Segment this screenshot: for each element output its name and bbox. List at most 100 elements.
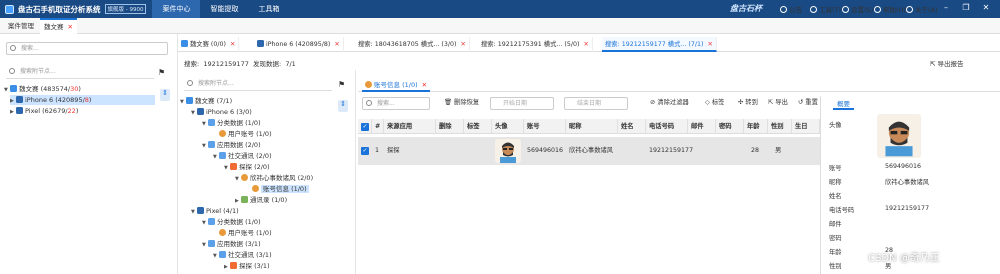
grid-search-input[interactable]: 搜索... [362, 97, 430, 110]
restore-icon[interactable]: ❐ [962, 4, 970, 12]
export-report-button[interactable]: ⇱ 导出报告 [930, 58, 964, 68]
close-tab-icon[interactable]: ✕ [460, 41, 465, 48]
tab-iphone6[interactable]: iPhone 6 (420895/8) ✕ [254, 37, 344, 52]
menu-toolbox[interactable]: 工具箱 [248, 0, 289, 18]
tab-weiwensai[interactable]: 魏文赛 (0/0) ✕ [178, 37, 240, 52]
col-phone[interactable]: 电话号码 [646, 119, 688, 134]
tree-device-pixel[interactable]: ▶ Pixel (62679/22) [10, 106, 78, 116]
transfer-button[interactable]: ✣ 转到 [738, 97, 758, 109]
col-birthday[interactable]: 生日 [792, 119, 820, 134]
col-account[interactable]: 账号 [524, 119, 566, 134]
tag-button[interactable]: ◇ 标签 [705, 97, 724, 109]
tree-root-case[interactable]: ▼ 魏文赛 (483574/30) [4, 84, 81, 94]
collapse-tree-icon[interactable]: ⇕ [160, 89, 170, 101]
tree-node[interactable]: ▼ Pixel (4/1) [191, 206, 239, 216]
col-password[interactable]: 密码 [716, 119, 744, 134]
reset-button[interactable]: ↺ 重置 [798, 97, 820, 109]
col-deleted[interactable]: 删除 [436, 119, 464, 134]
tree-node[interactable]: ▶ 探探 (3/1) [224, 261, 270, 271]
help-menu[interactable]: 帮助(H) [874, 0, 906, 18]
detail-field-label: 账号 [829, 165, 842, 172]
export-button[interactable]: ⇱ 导出 [768, 97, 788, 109]
tools-menu[interactable]: 工具(T) [810, 0, 841, 18]
info-icon [906, 5, 913, 13]
tree-node[interactable]: 用户账号 (1/0) [213, 228, 272, 238]
menu-case-center[interactable]: 案件中心 [152, 0, 201, 18]
tree-device-iphone[interactable]: ▶ iPhone 6 (420895/8) [10, 95, 155, 105]
col-gender[interactable]: 性别 [768, 119, 792, 134]
delete-restore-button[interactable]: 🗑 删除恢复 [444, 97, 479, 109]
col-nickname[interactable]: 昵称 [566, 119, 618, 134]
tree-node[interactable]: ▼ 应用数据 (3/1) [202, 239, 261, 249]
table-row[interactable]: ✓ 1 探探 569496016 欣祎心事数诸风 19212159177 28 … [358, 137, 820, 165]
about-menu[interactable]: 关于(A) [906, 0, 938, 18]
tab-account-info[interactable]: 账号信息 (1/0) ✕ [362, 78, 431, 92]
tree-node[interactable]: ▼ 应用数据 (2/0) [202, 140, 261, 150]
clear-filter-button[interactable]: ⊘ 清除过滤器 [650, 97, 689, 109]
col-source[interactable]: 来源应用 [384, 119, 436, 134]
tab-case-management[interactable]: 案件管理 [4, 18, 38, 34]
col-tag[interactable]: 标签 [464, 119, 492, 134]
col-name[interactable]: 姓名 [618, 119, 646, 134]
col-age[interactable]: 年龄 [744, 119, 768, 134]
tree-node[interactable]: ▼ 分类数据 (1/0) [202, 118, 261, 128]
phone-icon [16, 107, 23, 114]
filter-icon[interactable]: ⚑ [158, 68, 165, 77]
end-date-input[interactable]: 结束日期 [564, 97, 628, 110]
close-tab-icon[interactable]: ✕ [230, 41, 235, 48]
minimize-icon[interactable]: – [942, 4, 950, 12]
menu-smart-extract[interactable]: 智能提取 [200, 0, 248, 18]
search-icon [366, 100, 372, 106]
close-tab-icon[interactable]: ✕ [707, 41, 712, 48]
detail-field-label: 密码 [829, 235, 842, 242]
tab-search-19212159177[interactable]: 搜索: 19212159177 横式... (7/1) ✕ [602, 37, 717, 52]
settings-menu[interactable]: 设置(S) [842, 0, 873, 18]
select-all-checkbox[interactable]: ✓ [358, 119, 372, 134]
tantan-app-icon [230, 163, 237, 170]
apps-icon [208, 141, 215, 148]
row-nickname: 欣祎心事数诸风 [569, 147, 614, 154]
tree-node[interactable]: ▶ 通讯录 (1/0) [235, 195, 287, 205]
close-icon[interactable]: ✕ [982, 4, 990, 12]
start-date-input[interactable]: 开始日期 [490, 97, 554, 110]
tree-node-selected[interactable]: 账号信息 (1/0) [246, 184, 309, 194]
row-avatar [495, 139, 521, 163]
tree-node[interactable]: ▼ iPhone 6 (3/0) [191, 107, 252, 117]
col-email[interactable]: 邮件 [688, 119, 716, 134]
tree-node[interactable]: ▼ 社交通讯 (2/0) [213, 151, 272, 161]
tree-node[interactable]: ▼ 分类数据 (1/0) [202, 217, 261, 227]
filter-icon[interactable]: ⚑ [338, 80, 345, 89]
close-tab-icon[interactable]: ✕ [68, 23, 73, 31]
tree-node[interactable]: ▼ 社交通讯 (3/1) [213, 250, 272, 260]
notice-button[interactable]: 公告 [780, 0, 802, 18]
collapse-tree-icon[interactable]: ⇕ [338, 100, 348, 112]
search-icon [10, 45, 16, 51]
tab-case-weiwensai[interactable]: 魏文赛 ✕ [40, 18, 77, 34]
detail-field-value: 19212159177 [885, 205, 930, 212]
row-index: 1 [375, 147, 380, 154]
case-filter-input[interactable]: 搜索附节点... [6, 66, 154, 79]
col-index[interactable]: # [372, 119, 384, 134]
row-age: 28 [751, 147, 760, 154]
close-tab-icon[interactable]: ✕ [334, 41, 339, 48]
tab-summary[interactable]: 概要 [833, 98, 854, 110]
tree-node[interactable]: 用户账号 (1/0) [213, 129, 272, 139]
tantan-app-icon [230, 262, 237, 269]
row-phone: 19212159177 [649, 147, 694, 154]
chat-icon [219, 152, 226, 159]
col-avatar[interactable]: 头像 [492, 119, 524, 134]
tab-search-19212175391[interactable]: 搜索: 19212175391 横式... (5/0) ✕ [478, 37, 593, 52]
tab-search-18043618705[interactable]: 搜索: 18043618705 横式... (3/0) ✕ [355, 37, 470, 52]
tree-node[interactable]: ▼ 魏文赛 (7/1) [180, 96, 232, 106]
result-filter-input[interactable]: 搜索附节点... [184, 78, 332, 91]
close-tab-icon[interactable]: ✕ [583, 41, 588, 48]
case-search-input[interactable]: 搜索... [6, 42, 168, 55]
tree-node[interactable]: ▼ 探探 (2/0) [224, 162, 270, 172]
row-checkbox[interactable]: ✓ [358, 137, 372, 165]
close-tab-icon[interactable]: ✕ [422, 81, 427, 89]
export-icon: ⇱ [768, 99, 774, 106]
phone-icon [257, 40, 264, 47]
main-menu: 案件中心 智能提取 工具箱 [152, 0, 289, 18]
detail-avatar [877, 114, 921, 158]
tree-node[interactable]: ▼ 欣祎心事数诸风 (2/0) [235, 173, 313, 183]
